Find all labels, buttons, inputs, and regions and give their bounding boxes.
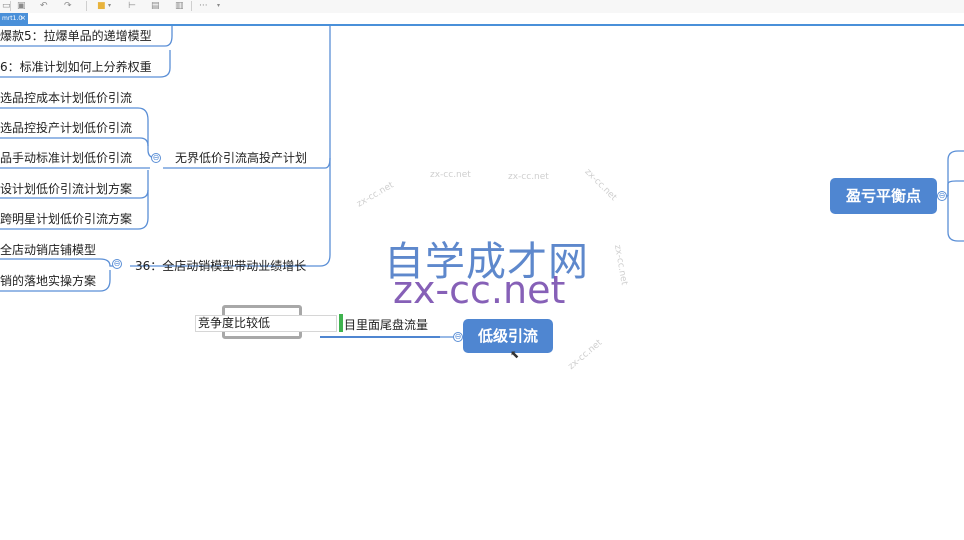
mindmap-node[interactable]: 6：标准计划如何上分养权重: [0, 59, 152, 75]
watermark-faint: zx-cc.net: [430, 170, 471, 180]
topic-low-traffic[interactable]: 低级引流: [463, 319, 553, 353]
collapse-toggle-icon[interactable]: ⊖: [937, 191, 947, 201]
watermark-en: zx-cc.net: [393, 268, 566, 312]
mindmap-node[interactable]: 36：全店动销模型带动业绩增长: [135, 258, 306, 274]
mindmap-node[interactable]: 销的落地实操方案: [0, 273, 96, 289]
watermark-faint: zx-cc.net: [508, 172, 549, 182]
topic-breakeven[interactable]: 盈亏平衡点: [830, 178, 937, 214]
node-edit-input[interactable]: [195, 315, 337, 332]
mindmap-node[interactable]: 无界低价引流高投产计划: [175, 150, 307, 166]
mindmap-node[interactable]: 跨明星计划低价引流方案: [0, 211, 132, 227]
collapse-toggle-icon[interactable]: ⊖: [453, 332, 463, 342]
mindmap-node[interactable]: 全店动销店铺模型: [0, 242, 96, 258]
collapse-toggle-icon[interactable]: ⊖: [112, 259, 122, 269]
mindmap-node[interactable]: 目里面尾盘流量: [344, 317, 428, 333]
collapse-toggle-icon[interactable]: ⊖: [151, 153, 161, 163]
mindmap-node[interactable]: 品手动标准计划低价引流: [0, 150, 132, 166]
mindmap-node[interactable]: 设计划低价引流计划方案: [0, 181, 132, 197]
mindmap-node[interactable]: 选品控投产计划低价引流: [0, 120, 132, 136]
mindmap-node[interactable]: 爆款5：拉爆单品的递增模型: [0, 28, 152, 44]
edit-caret: [339, 314, 343, 332]
mouse-cursor-icon: ⬉: [510, 348, 520, 361]
mindmap-node[interactable]: 选品控成本计划低价引流: [0, 90, 132, 106]
